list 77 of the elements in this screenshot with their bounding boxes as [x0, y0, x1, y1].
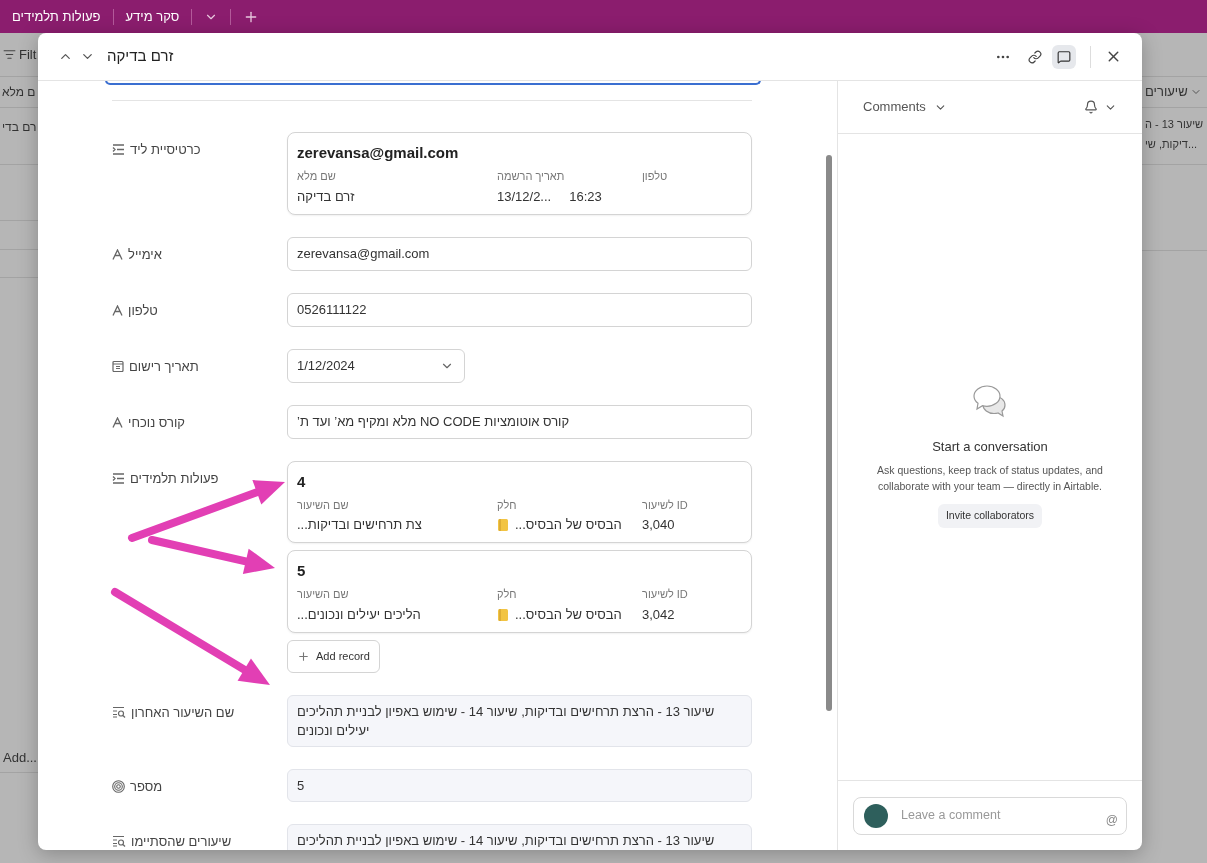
column-label: חלק [497, 587, 517, 602]
text-field[interactable] [105, 81, 761, 85]
notebook-icon [497, 518, 509, 532]
record-title: zerevansa@gmail.com [297, 143, 459, 163]
text-type-icon [112, 416, 123, 428]
column-value: 13/12/2... [497, 187, 552, 206]
column-label: שם השיעור [297, 587, 349, 602]
date-field[interactable]: 1/12/2024 [287, 348, 465, 383]
comment-icon [1057, 49, 1071, 64]
column-label: שם מלא [297, 169, 336, 184]
column-value: ...הליכים יעילים ונכונים [297, 605, 421, 624]
readonly-field: 5 [287, 768, 752, 802]
table-tab[interactable]: פעולות תלמידים [12, 6, 101, 27]
text-field[interactable]: קורס אוטומציות NO CODE מלא ומקיף מא’ ועד ת’ [287, 404, 752, 439]
mention-symbol[interactable]: @ [1105, 810, 1118, 829]
readonly-field: שיעור 13 - הרצת תרחישים ובדיקות, שיעור 14 - שימוש באפיון לבניית תהליכים [287, 823, 752, 850]
chat-bubbles-icon [972, 385, 1008, 419]
field-label: קורס נוכחי [128, 413, 185, 432]
list-search-icon [112, 835, 126, 848]
column-label: חלק [497, 497, 517, 513]
table-cell-text: ...דיקות, שי [1145, 137, 1198, 152]
notifications-button[interactable] [1084, 100, 1117, 114]
comment-placeholder: Leave a comment [901, 807, 1002, 825]
plus-icon [297, 649, 310, 663]
scrollbar[interactable] [826, 155, 832, 711]
invite-collaborators-button[interactable]: Invite collaborators [937, 503, 1043, 528]
empty-state-text: Ask questions, keep track of status updates, and collaborate with your team — directly in Airtable. [876, 462, 1104, 494]
column-value: 3,042 [642, 605, 675, 624]
comment-field[interactable]: Leave a comment @ [853, 796, 1127, 835]
link-icon[interactable] [1028, 49, 1042, 64]
column-value: ...הבסיס של הבסיס [515, 516, 622, 535]
field-label: טלפון [128, 301, 158, 320]
readonly-field: שיעור 13 - הרצת תרחישים ובדיקות, שיעור 14 - שימוש באפיון לבניית תהליכים יעילים ונכונים [287, 694, 752, 747]
text-type-icon [112, 248, 123, 260]
list-indent-icon [112, 144, 125, 156]
notebook-icon [497, 607, 509, 622]
record-title: זרם בדיקה [107, 46, 174, 67]
column-label: ID לשיעור [642, 587, 688, 602]
column-label: תאריך הרשמה [497, 169, 565, 184]
avatar [864, 803, 888, 828]
list-search-icon [112, 706, 126, 719]
text-field[interactable]: 0526111122 [287, 292, 752, 327]
bell-icon [1084, 100, 1098, 114]
field-label: מספר [130, 777, 163, 796]
record-title: 4 [297, 471, 306, 492]
column-value: זרם בדיקה [297, 187, 355, 206]
filter-label[interactable]: Filt [19, 44, 37, 65]
filter-icon[interactable] [3, 48, 16, 61]
table-cell-text: שיעור 13 - ה [1145, 117, 1204, 132]
column-value: ...הבסיס של הבסיס [515, 605, 622, 624]
list-indent-icon [112, 472, 125, 484]
field-label: שם השיעור האחרון [131, 703, 235, 722]
table-cell-text: רם בדי [2, 119, 37, 136]
field-label: שיעורים שהסתיימו [131, 832, 232, 850]
column-header: ם מלא [2, 84, 36, 101]
target-icon [112, 779, 125, 793]
column-label: ID לשיעור [642, 497, 688, 513]
comments-toggle[interactable] [1052, 44, 1076, 69]
add-row-label[interactable]: Add... [3, 747, 37, 767]
column-value: 3,040 [642, 516, 675, 535]
column-label: שם השיעור [297, 497, 349, 513]
field-label: כרטיסיית ליד [130, 141, 201, 159]
field-label: פעולות תלמידים [130, 469, 219, 488]
column-header: שיעורים [1145, 83, 1188, 102]
calendar-icon [112, 360, 124, 373]
add-record-button[interactable]: Add record [287, 639, 380, 673]
record-title: 5 [297, 561, 306, 581]
empty-state-title: Start a conversation [932, 438, 1048, 456]
column-label: טלפון [642, 169, 668, 184]
comments-filter[interactable]: Comments [863, 97, 947, 117]
column-time: 16:23 [569, 187, 602, 206]
column-value: ...צת תרחישים ובדיקות [297, 516, 422, 535]
text-type-icon [112, 304, 123, 316]
text-field[interactable]: zerevansa@gmail.com [287, 236, 752, 271]
field-label: תאריך רישום [129, 357, 199, 376]
field-label: אימייל [128, 245, 162, 264]
table-tab[interactable]: סקר מידע [125, 6, 180, 27]
